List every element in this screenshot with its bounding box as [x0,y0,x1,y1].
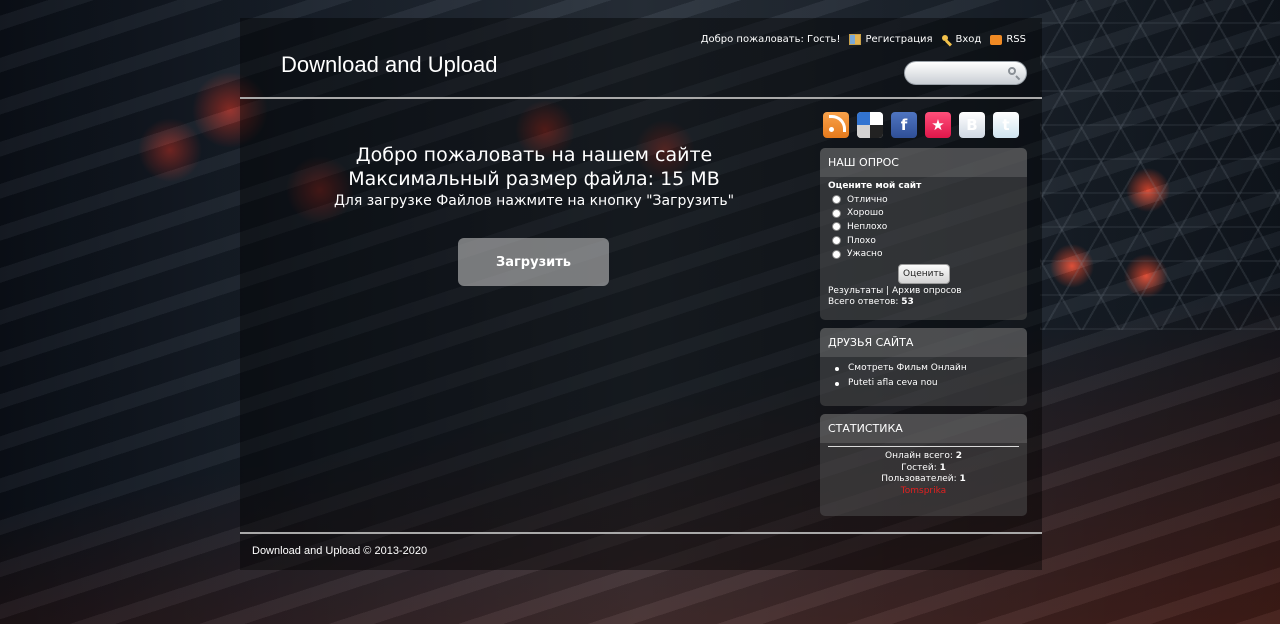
poll-links: Результаты | Архив опросов [828,286,1019,296]
welcome-line-2: Максимальный размер файла: 15 MB [348,168,720,190]
stats-body: Онлайн всего: 2 Гостей: 1 Пользователей:… [820,451,1027,497]
rss-icon [990,34,1003,45]
rss-feed-icon[interactable] [823,112,849,138]
site-wrapper: Download and Upload Добро пожаловать: Го… [240,18,1042,570]
social-icons: f ★ B t [823,112,1019,138]
friends-list: Смотреть Фильм Онлайн Puteti afla ceva n… [820,357,1027,393]
poll-option-label: Плохо [847,235,876,246]
stats-users-value: 1 [959,474,966,484]
poll-link-separator: | [883,285,893,296]
radio-button[interactable] [832,249,841,259]
stats-users: Пользователей: 1 [820,474,1027,486]
poll-option-label: Отлично [847,194,888,205]
site-title[interactable]: Download and Upload [281,52,498,78]
stats-guests: Гостей: 1 [820,463,1027,475]
poll-total: Всего ответов: 53 [828,297,1019,307]
stats-divider [828,446,1019,447]
register-link[interactable]: Регистрация [849,34,933,45]
user-bar: Добро пожаловать: Гость! Регистрация Вхо… [701,34,1026,45]
poll-option[interactable]: Хорошо [828,207,1019,221]
facebook-icon[interactable]: f [891,112,917,138]
login-label[interactable]: Вход [956,34,982,45]
friend-link[interactable]: Смотреть Фильм Онлайн [835,363,1027,378]
search-icon[interactable] [1008,67,1020,79]
greeting-text: Добро пожаловать: Гость! [700,34,841,45]
delicious-icon[interactable] [857,112,883,138]
twitter-icon[interactable]: t [993,112,1019,138]
rss-label[interactable]: RSS [1006,34,1026,45]
register-label[interactable]: Регистрация [865,34,932,45]
friends-block: ДРУЗЬЯ САЙТА Смотреть Фильм Онлайн Putet… [820,328,1027,406]
vkontakte-icon[interactable]: B [959,112,985,138]
poll-option[interactable]: Плохо [828,234,1019,248]
search-input[interactable] [913,62,1013,85]
radio-button[interactable] [832,236,841,246]
poll-total-value: 53 [901,296,914,307]
background-hex-pattern [1040,0,1280,330]
radio-button[interactable] [832,222,841,232]
stats-guests-label: Гостей: [901,462,940,473]
poll-option-label: Ужасно [847,249,883,260]
poll-title: НАШ ОПРОС [820,148,1027,177]
stats-block: СТАТИСТИКА Онлайн всего: 2 Гостей: 1 Пол… [820,414,1027,516]
vote-button[interactable]: Оценить [897,263,950,284]
stats-online-value: 2 [955,451,962,461]
poll-option[interactable]: Ужасно [828,247,1019,261]
site-header: Download and Upload Добро пожаловать: Го… [240,18,1042,98]
friend-link[interactable]: Puteti afla ceva nou [835,378,1027,393]
stats-online: Онлайн всего: 2 [820,451,1027,463]
poll-option-label: Хорошо [847,208,884,219]
upload-button[interactable]: Загрузить [458,238,609,286]
poll-option-label: Неплохо [847,221,888,232]
friends-title: ДРУЗЬЯ САЙТА [820,328,1027,357]
register-icon [849,34,862,45]
stats-users-label: Пользователей: [881,474,960,484]
poll-option[interactable]: Неплохо [828,220,1019,234]
poll-results-link[interactable]: Результаты [828,286,883,296]
welcome-line-1: Добро пожаловать на нашем сайте [355,144,713,166]
stats-online-label: Онлайн всего: [884,451,956,461]
welcome-text: Добро пожаловать на нашем сайте Максимал… [292,99,776,211]
main-content: Добро пожаловать на нашем сайте Максимал… [240,99,820,531]
radio-button[interactable] [832,208,841,218]
footer-divider [240,532,1042,534]
favorites-star-icon[interactable]: ★ [925,112,951,138]
poll-total-label: Всего ответов: [828,296,902,307]
key-icon [941,34,952,45]
stats-title: СТАТИСТИКА [820,414,1027,443]
radio-button[interactable] [832,195,841,205]
login-link[interactable]: Вход [941,34,982,45]
welcome-line-3: Для загрузке Файлов нажмите на кнопку "З… [333,193,735,209]
online-user-link[interactable]: Tomsprika [820,486,1027,498]
rss-link[interactable]: RSS [990,34,1026,45]
poll-option[interactable]: Отлично [828,193,1019,207]
poll-block: НАШ ОПРОС Оцените мой сайт Отлично Хорош… [820,148,1027,320]
poll-archive-link[interactable]: Архив опросов [892,286,962,296]
footer-copyright: Download and Upload © 2013-2020 [252,545,428,557]
search-box [904,61,1027,85]
poll-question: Оцените мой сайт [828,181,922,191]
stats-guests-value: 1 [939,462,946,473]
